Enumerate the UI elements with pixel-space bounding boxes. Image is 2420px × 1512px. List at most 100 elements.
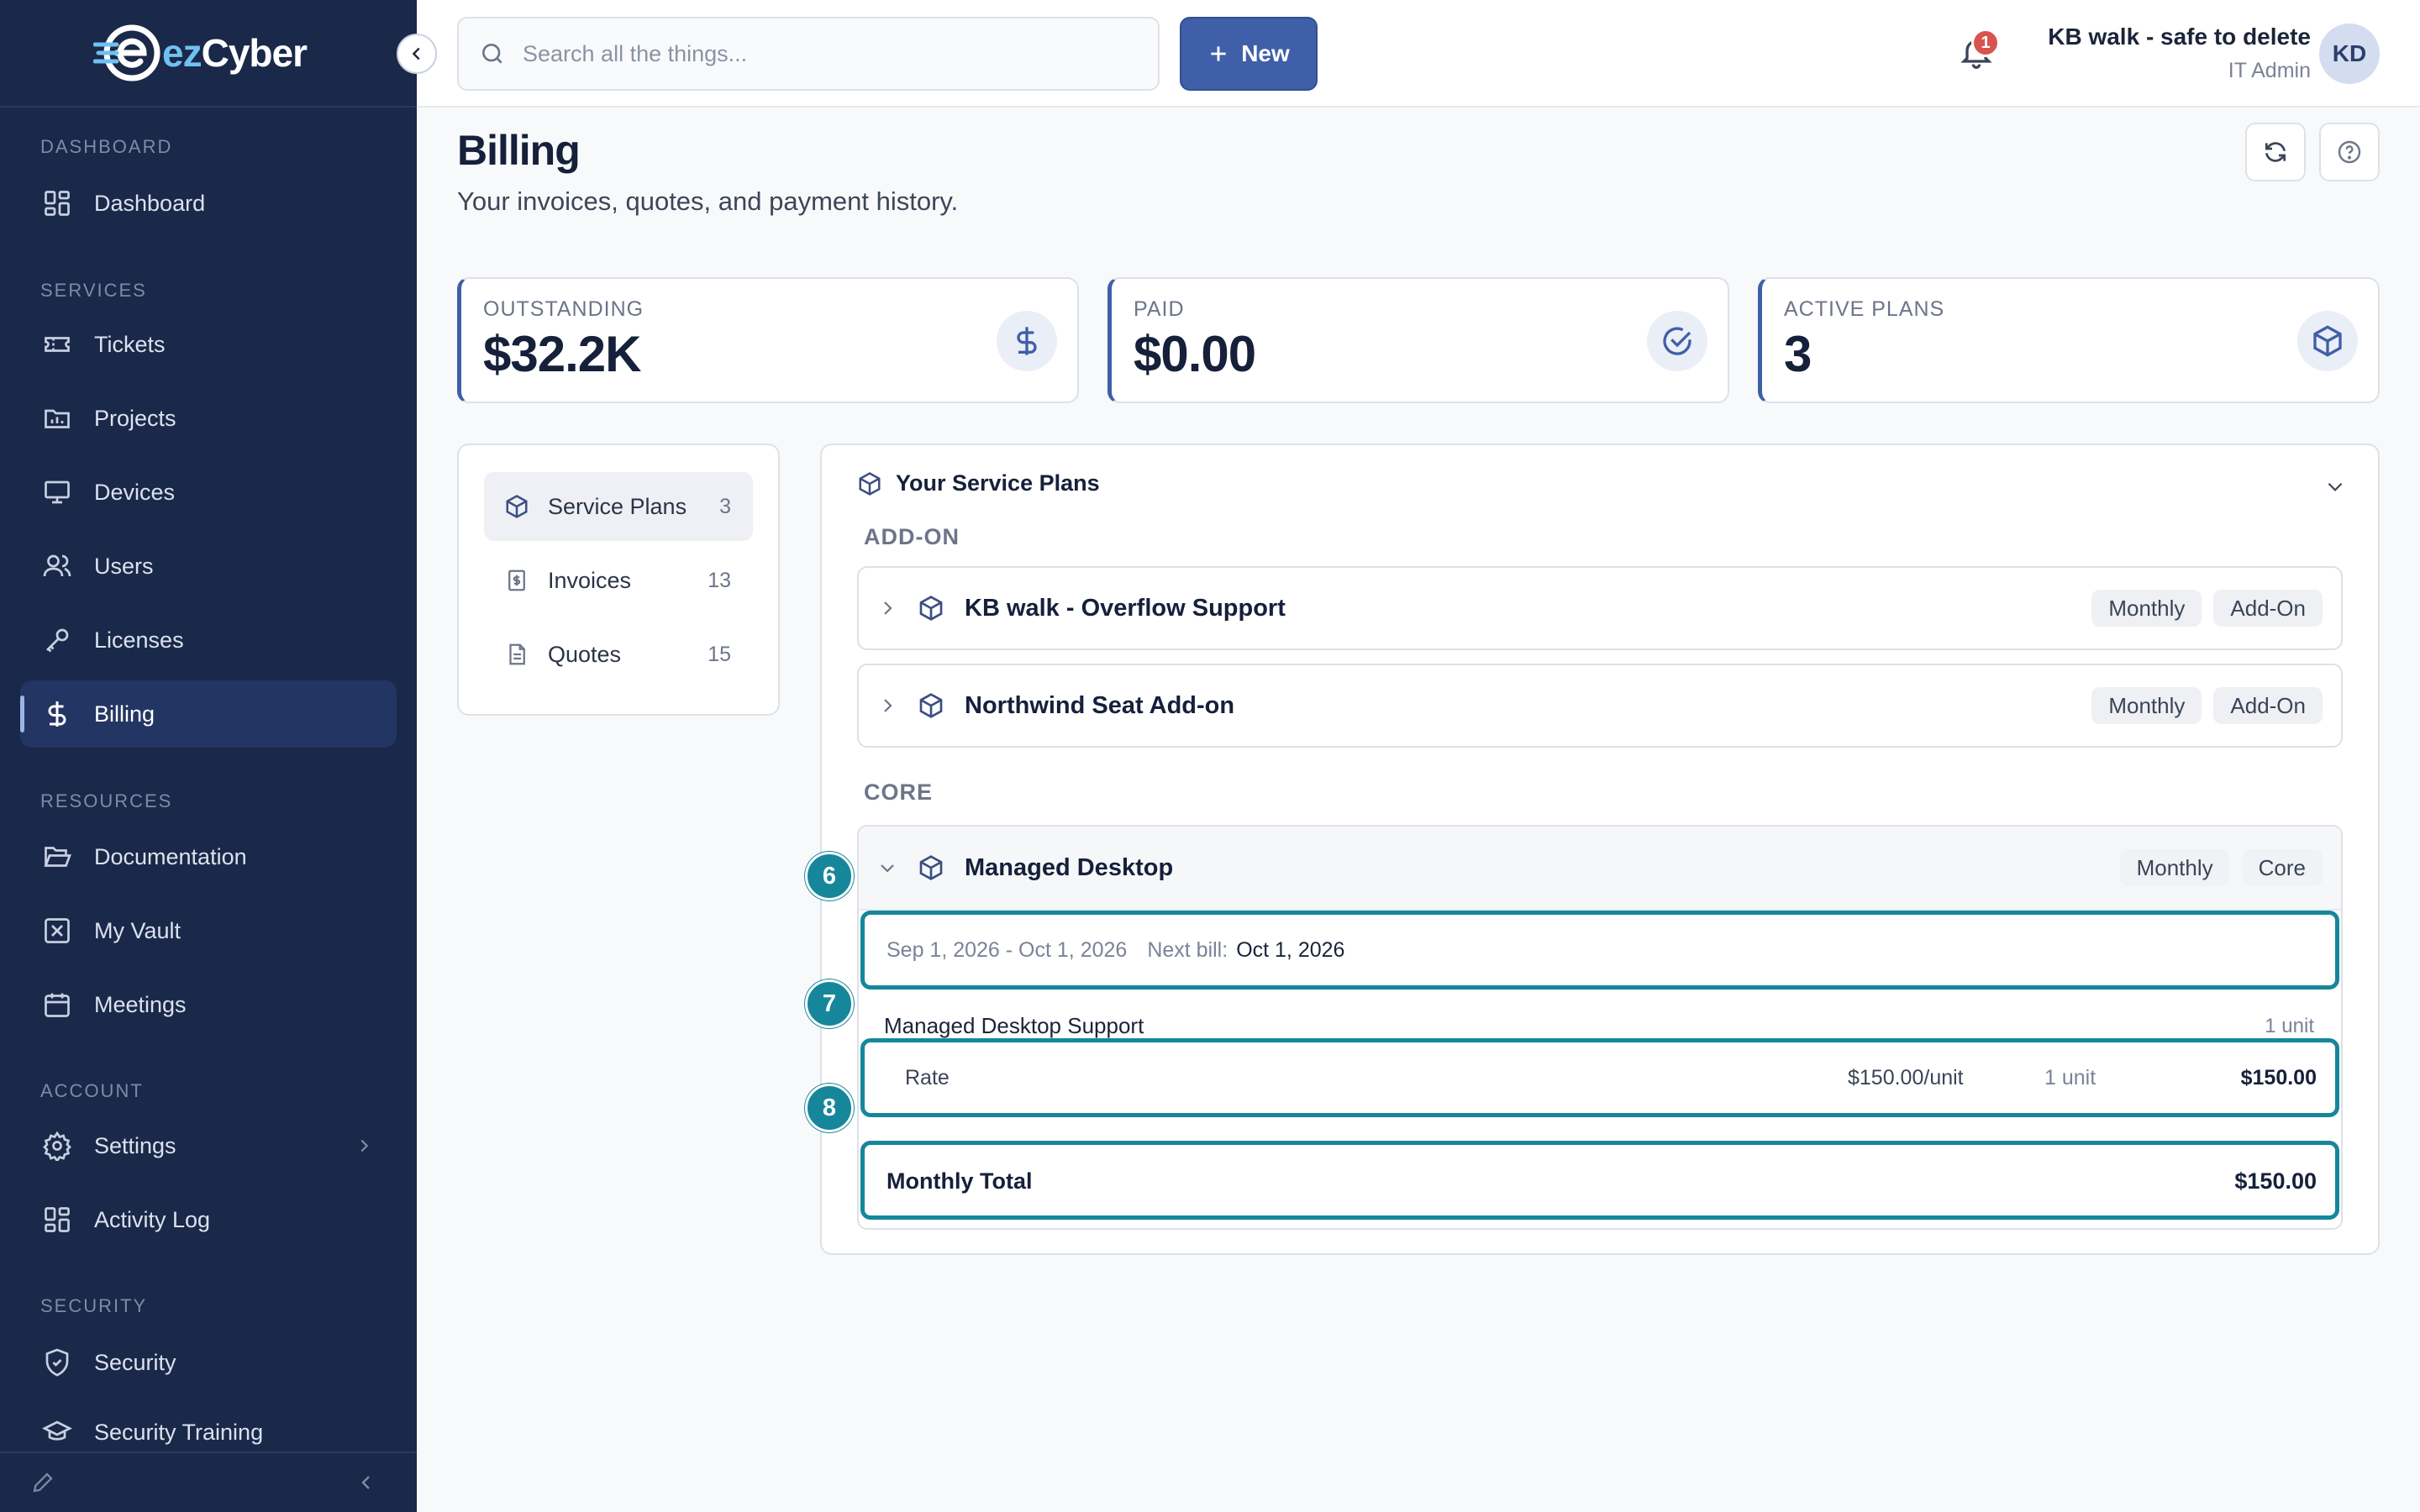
stat-card-paid: PAID $0.00 bbox=[1107, 277, 1729, 403]
service-plans-header[interactable]: Your Service Plans bbox=[857, 470, 1100, 496]
sidebar-item-label: Security Training bbox=[94, 1419, 264, 1445]
section-security: SECURITY bbox=[40, 1295, 148, 1316]
frequency-badge: Monthly bbox=[2091, 687, 2202, 724]
sidebar-item-devices[interactable]: Devices bbox=[20, 459, 397, 526]
group-label-addon: ADD-ON bbox=[864, 524, 960, 549]
refresh-icon bbox=[2262, 139, 2289, 165]
chevron-down-icon bbox=[877, 858, 897, 878]
group-label-core: CORE bbox=[864, 780, 934, 805]
section-account: ACCOUNT bbox=[40, 1080, 144, 1101]
monthly-total-value: $150.00 bbox=[2234, 1168, 2317, 1194]
chevron-right-icon bbox=[355, 1137, 373, 1155]
chevron-right-icon bbox=[877, 696, 897, 716]
check-circle-icon bbox=[1647, 311, 1707, 371]
folder-chart-icon bbox=[40, 402, 74, 435]
service-plans-card: Your Service Plans ADD-ON KB walk - Over… bbox=[820, 444, 2380, 1255]
sidebar-item-users[interactable]: Users bbox=[20, 533, 397, 600]
sidebar-item-licenses[interactable]: Licenses bbox=[20, 606, 397, 674]
sidebar-item-label: Dashboard bbox=[94, 190, 206, 216]
package-icon bbox=[918, 692, 944, 719]
stat-value: $32.2K bbox=[483, 326, 641, 382]
new-button[interactable]: New bbox=[1180, 17, 1318, 91]
package-icon bbox=[504, 494, 529, 519]
pencil-icon[interactable] bbox=[30, 1470, 55, 1495]
topbar: New 1 KB walk - safe to delete IT Admin … bbox=[417, 0, 2420, 108]
plan-pills: Monthly Add-On bbox=[2091, 590, 2323, 627]
avatar[interactable]: KD bbox=[2319, 24, 2380, 84]
sidebar-item-security[interactable]: Security bbox=[20, 1329, 397, 1396]
section-dashboard: DASHBOARD bbox=[40, 136, 173, 157]
activity-grid-icon bbox=[40, 1203, 74, 1236]
user-role: IT Admin bbox=[2228, 59, 2311, 82]
calendar-icon bbox=[40, 988, 74, 1021]
frequency-badge: Monthly bbox=[2119, 849, 2230, 886]
sidebar-item-label: Devices bbox=[94, 479, 176, 505]
sidebar-item-tickets[interactable]: Tickets bbox=[20, 311, 397, 378]
sidebar-item-meetings[interactable]: Meetings bbox=[20, 971, 397, 1038]
plan-name: KB walk - Overflow Support bbox=[965, 594, 1286, 622]
next-bill-date: Oct 1, 2026 bbox=[1236, 937, 1345, 962]
search-input[interactable] bbox=[523, 40, 1111, 67]
key-icon bbox=[40, 623, 74, 657]
collapse-chevron-icon[interactable] bbox=[356, 1473, 376, 1493]
tab-label: Service Plans bbox=[548, 493, 687, 519]
sidebar-item-vault[interactable]: My Vault bbox=[20, 897, 397, 964]
chevron-right-icon bbox=[877, 598, 897, 618]
billing-period-row: Sep 1, 2026 - Oct 1, 2026 Next bill: Oct… bbox=[860, 911, 2339, 990]
step-marker: 6 bbox=[805, 852, 854, 900]
chevron-down-icon[interactable] bbox=[2324, 475, 2346, 497]
gear-icon bbox=[40, 1129, 74, 1163]
search-box bbox=[457, 17, 1160, 91]
billing-period: Sep 1, 2026 - Oct 1, 2026 bbox=[886, 937, 1128, 962]
sidebar-item-settings[interactable]: Settings bbox=[20, 1112, 397, 1179]
stat-value: 3 bbox=[1784, 326, 1812, 382]
user-name[interactable]: KB walk - safe to delete bbox=[2048, 24, 2311, 50]
step-marker: 8 bbox=[805, 1084, 854, 1132]
sidebar-item-label: Activity Log bbox=[94, 1206, 211, 1232]
notification-badge: 1 bbox=[1971, 29, 2000, 57]
sidebar-item-label: Users bbox=[94, 553, 154, 579]
search-icon bbox=[479, 40, 506, 67]
sidebar-item-documentation[interactable]: Documentation bbox=[20, 823, 397, 890]
type-badge: Core bbox=[2241, 849, 2323, 886]
sidebar-item-activity-log[interactable]: Activity Log bbox=[20, 1186, 397, 1253]
help-button[interactable] bbox=[2319, 123, 2380, 181]
sidebar-item-label: Meetings bbox=[94, 991, 187, 1017]
plan-row[interactable]: Northwind Seat Add-on Monthly Add-On bbox=[857, 664, 2343, 748]
frequency-badge: Monthly bbox=[2091, 590, 2202, 627]
new-button-label: New bbox=[1241, 40, 1290, 66]
logo-text: ezCyber bbox=[162, 31, 308, 75]
package-icon bbox=[2297, 311, 2358, 371]
rate-value: $150.00/unit bbox=[1848, 1066, 1964, 1089]
monitor-icon bbox=[40, 475, 74, 509]
plan-row[interactable]: KB walk - Overflow Support Monthly Add-O… bbox=[857, 566, 2343, 650]
tab-service-plans[interactable]: Service Plans 3 bbox=[484, 472, 753, 541]
sidebar-item-billing[interactable]: Billing bbox=[20, 680, 397, 748]
refresh-button[interactable] bbox=[2245, 123, 2306, 181]
logo-mark-icon bbox=[93, 24, 160, 81]
help-icon bbox=[2336, 139, 2363, 165]
type-badge: Add-On bbox=[2213, 687, 2323, 724]
grid-icon bbox=[40, 186, 74, 220]
section-resources: RESOURCES bbox=[40, 790, 173, 811]
next-bill-label: Next bill: bbox=[1147, 937, 1228, 962]
plan-row-header[interactable]: Managed Desktop Monthly Core bbox=[859, 827, 2341, 911]
sidebar-collapse-button[interactable] bbox=[397, 34, 437, 74]
sidebar-item-dashboard[interactable]: Dashboard bbox=[20, 170, 397, 237]
sidebar-item-projects[interactable]: Projects bbox=[20, 385, 397, 452]
tab-count: 15 bbox=[708, 642, 731, 666]
package-icon bbox=[918, 595, 944, 622]
billing-tabs: Service Plans 3 Invoices 13 Quotes 15 bbox=[457, 444, 780, 716]
sidebar-item-label: Documentation bbox=[94, 843, 247, 869]
rate-label: Rate bbox=[905, 1066, 950, 1089]
graduation-cap-icon bbox=[40, 1415, 74, 1449]
tab-quotes[interactable]: Quotes 15 bbox=[484, 620, 753, 689]
ezcyber-logo[interactable]: ezCyber bbox=[93, 23, 308, 83]
logo-area: ezCyber bbox=[0, 0, 417, 108]
type-badge: Add-On bbox=[2213, 590, 2323, 627]
tab-invoices[interactable]: Invoices 13 bbox=[484, 546, 753, 615]
tab-count: 3 bbox=[719, 494, 731, 518]
sidebar-item-label: Projects bbox=[94, 405, 176, 431]
users-icon bbox=[40, 549, 74, 583]
rate-total: $150.00 bbox=[2240, 1066, 2317, 1089]
